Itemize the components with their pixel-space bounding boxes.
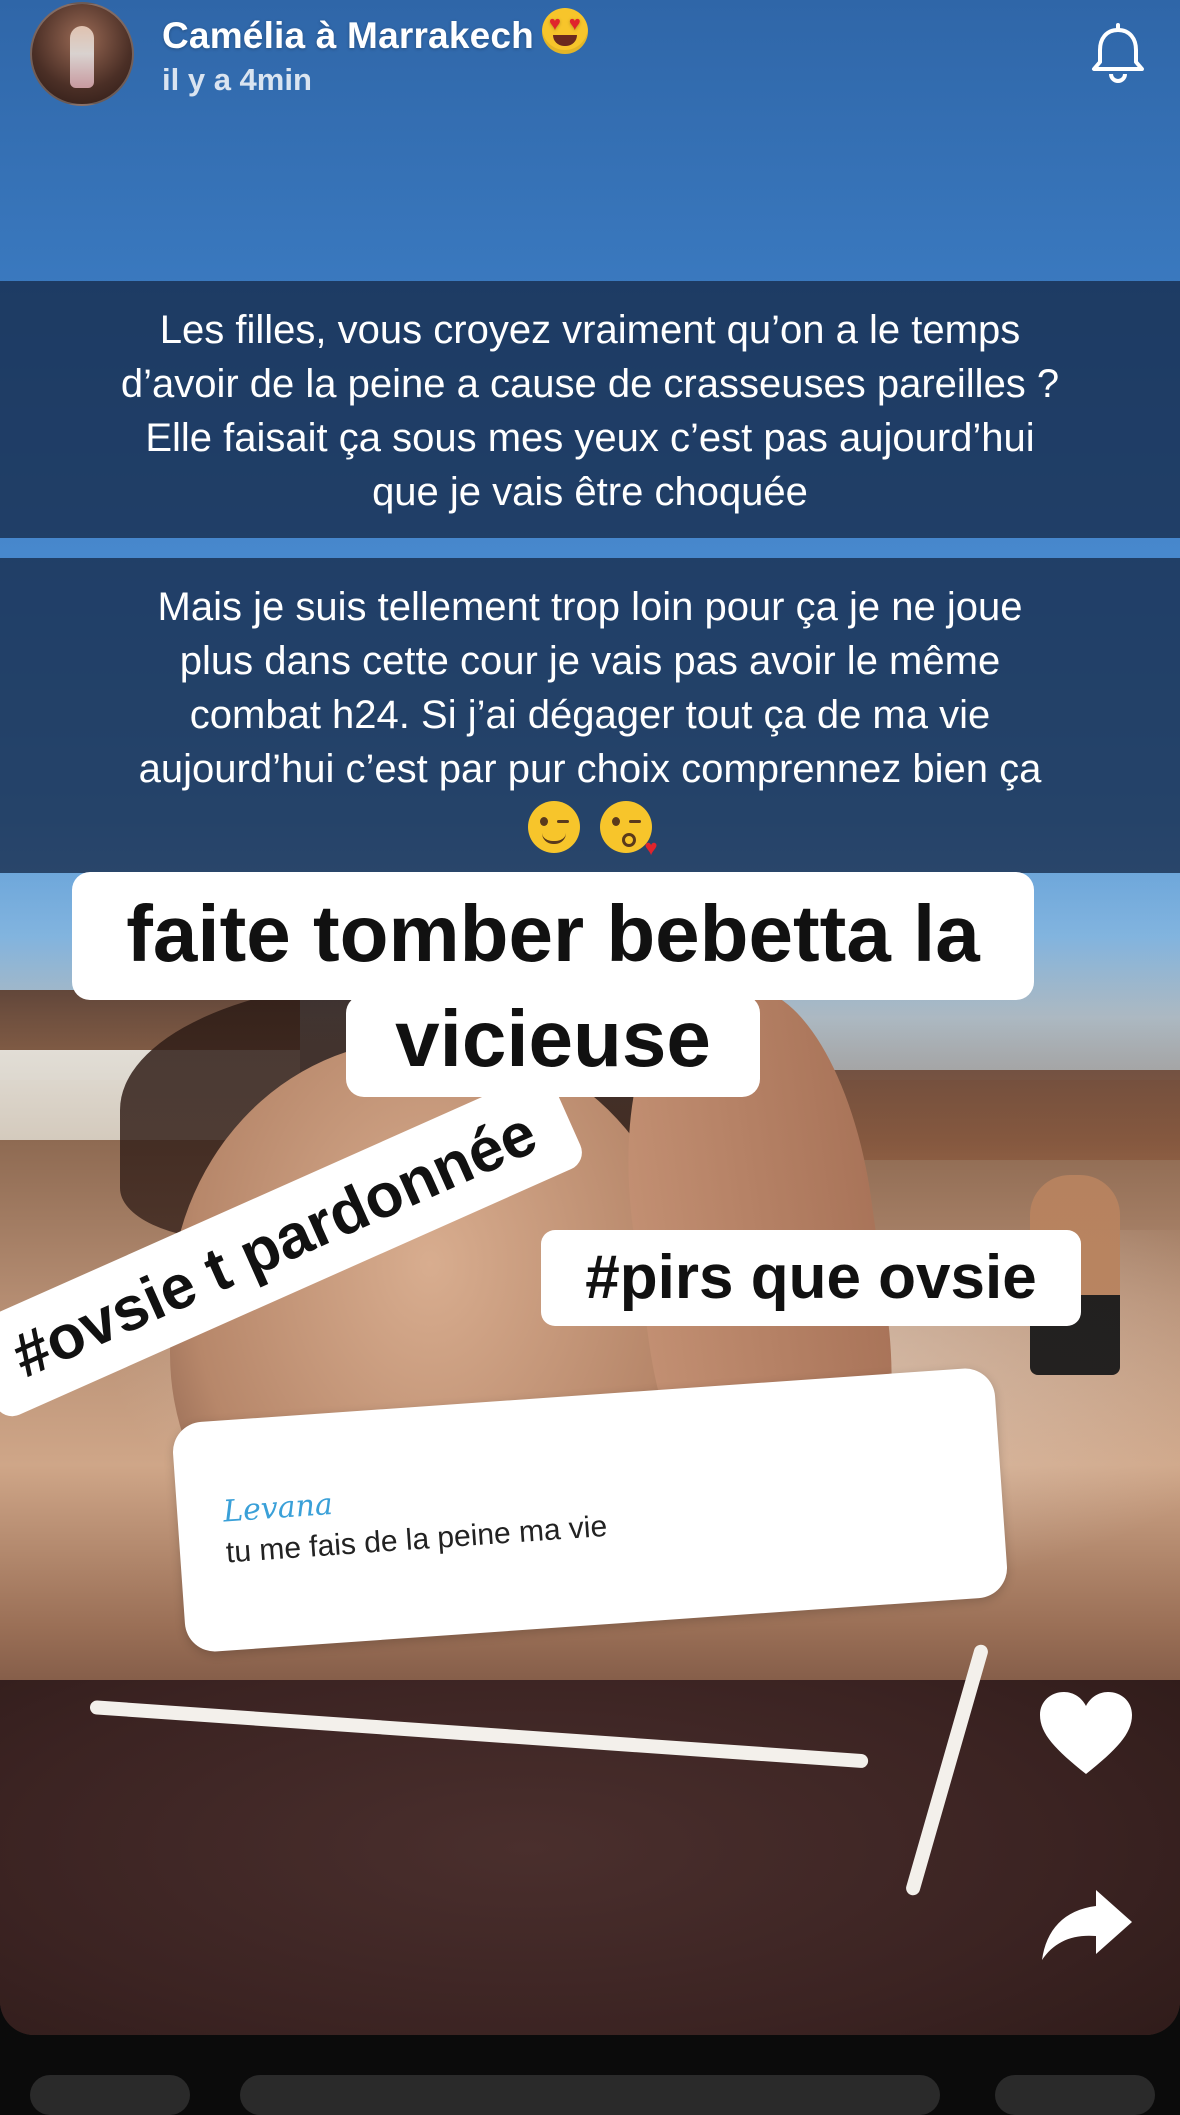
caption-line: aujourd’hui c’est par pur choix comprenn… <box>138 747 1042 791</box>
photo-swimsuit <box>0 1680 1180 2035</box>
caption-line: combat h24. Si j’ai dégager tout ça de m… <box>189 693 991 737</box>
caption-line: d’avoir de la peine a cause de crasseuse… <box>120 362 1060 406</box>
reply-input[interactable] <box>240 2075 940 2115</box>
heart-icon[interactable] <box>1036 1688 1136 1778</box>
bottom-button-right[interactable] <box>995 2075 1155 2115</box>
face-blowing-kiss-icon: ♥ <box>599 801 658 859</box>
share-arrow-icon[interactable] <box>1036 1884 1136 1964</box>
caption-line: Les filles, vous croyez vraiment qu’on a… <box>159 308 1021 352</box>
caption-line: plus dans cette cour je vais pas avoir l… <box>179 639 1001 683</box>
hashtag-sticker-pirs: #pirs que ovsie <box>541 1230 1081 1326</box>
story-title-text: Camélia à Marrakech <box>162 15 534 56</box>
story-header: Camélia à Marrakech il y a 4min <box>0 0 1180 120</box>
caption-line: Elle faisait ça sous mes yeux c’est pas … <box>145 416 1035 460</box>
story-timestamp: il y a 4min <box>162 62 312 97</box>
reply-author: Levana <box>222 1486 334 1530</box>
bottom-button-left[interactable] <box>30 2075 190 2115</box>
avatar-figure <box>70 26 94 88</box>
caption-line: Mais je suis tellement trop loin pour ça… <box>157 585 1023 629</box>
bell-icon[interactable] <box>1086 22 1150 86</box>
text-sticker-line2: vicieuse <box>346 995 760 1097</box>
avatar[interactable] <box>30 2 134 106</box>
story-title[interactable]: Camélia à Marrakech <box>162 8 588 57</box>
heart-eyes-emoji-icon <box>541 8 588 54</box>
caption-first: Les filles, vous croyez vraiment qu’on a… <box>0 281 1180 538</box>
winking-face-icon <box>528 801 581 854</box>
story-viewer[interactable]: Camélia à Marrakech il y a 4min Les fill… <box>0 0 1180 2035</box>
caption-emojis: ♥ <box>40 798 1140 859</box>
text-sticker-line1: faite tomber bebetta la <box>72 872 1034 1000</box>
caption-second: Mais je suis tellement trop loin pour ça… <box>0 558 1180 873</box>
caption-line: que je vais être choquée <box>372 470 808 514</box>
